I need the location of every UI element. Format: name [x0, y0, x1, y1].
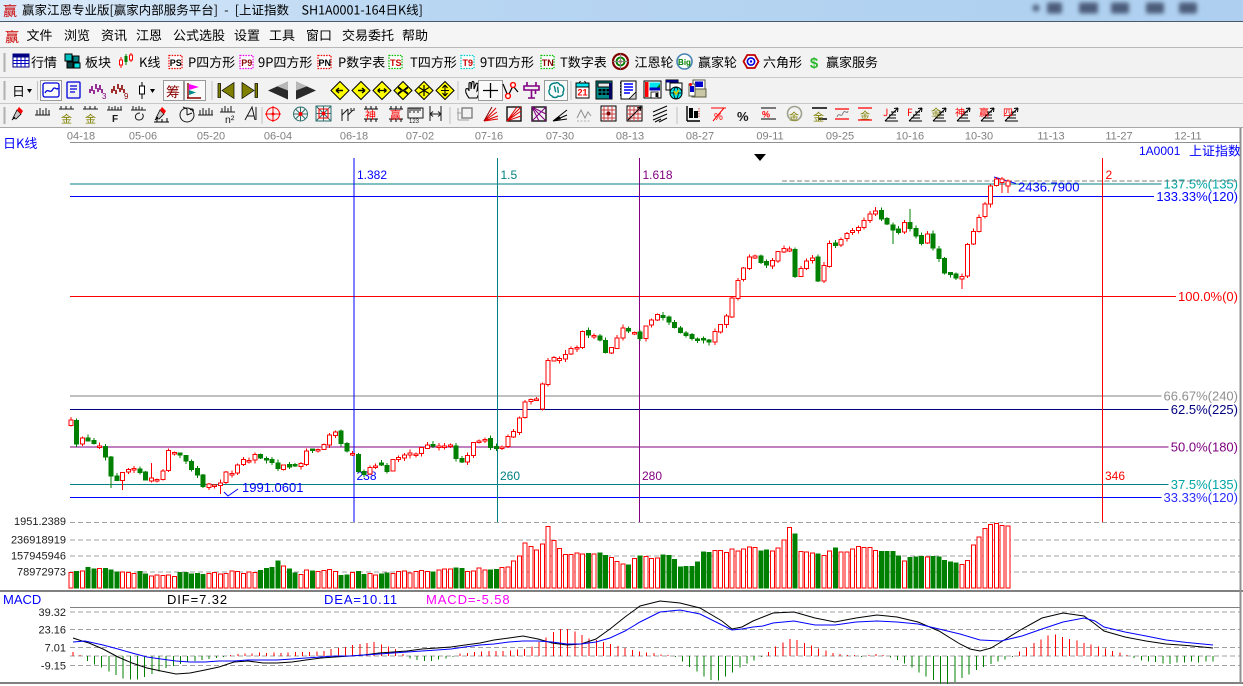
- svg-text:05-20: 05-20: [197, 131, 225, 143]
- svg-text:1991.0601: 1991.0601: [242, 480, 303, 495]
- svg-text:50.0%(180): 50.0%(180): [1171, 440, 1238, 455]
- svg-text:9: 9: [124, 92, 129, 101]
- svg-text:1951.2389: 1951.2389: [14, 516, 66, 528]
- svg-text:12-11: 12-11: [1174, 131, 1201, 143]
- svg-text:78972973: 78972973: [17, 567, 66, 579]
- svg-text:260: 260: [500, 469, 520, 483]
- svg-text:DEA=10.11: DEA=10.11: [324, 592, 398, 607]
- svg-text:09-25: 09-25: [826, 131, 854, 143]
- svg-text:11-13: 11-13: [1037, 131, 1064, 143]
- svg-text:346: 346: [1105, 469, 1125, 483]
- svg-text:157945946: 157945946: [11, 551, 66, 563]
- svg-text:07-02: 07-02: [406, 131, 434, 143]
- svg-text:%: %: [714, 112, 723, 123]
- svg-text:TN: TN: [542, 58, 554, 68]
- svg-text:1.618: 1.618: [643, 168, 673, 182]
- svg-text:236918919: 236918919: [11, 535, 66, 547]
- svg-text:P9: P9: [241, 58, 252, 68]
- svg-text:Big: Big: [678, 58, 691, 67]
- svg-text:06-04: 06-04: [264, 131, 292, 143]
- svg-text:33.33%(120): 33.33%(120): [1164, 490, 1238, 505]
- svg-text:05-06: 05-06: [129, 131, 157, 143]
- svg-text:23.16: 23.16: [38, 625, 66, 637]
- svg-text:10-30: 10-30: [965, 131, 993, 143]
- svg-text:2436.7900: 2436.7900: [1018, 180, 1079, 195]
- svg-text:2: 2: [1106, 168, 1113, 182]
- svg-text:3: 3: [102, 92, 107, 101]
- svg-text:10-16: 10-16: [896, 131, 924, 143]
- svg-text:100.0%(0): 100.0%(0): [1178, 289, 1238, 304]
- svg-text:%: %: [762, 110, 770, 120]
- svg-text:$: $: [810, 55, 819, 72]
- svg-text:7.01: 7.01: [45, 643, 66, 655]
- svg-text:MACD: MACD: [3, 592, 41, 607]
- svg-text:-9.15: -9.15: [41, 661, 66, 673]
- svg-text:PS: PS: [170, 58, 182, 68]
- svg-text:07-30: 07-30: [546, 131, 574, 143]
- svg-text:PN: PN: [319, 58, 332, 68]
- svg-text:DIF=7.32: DIF=7.32: [167, 592, 228, 607]
- svg-text:n²: n²: [225, 114, 235, 126]
- svg-text:09-11: 09-11: [756, 131, 783, 143]
- svg-text:06-18: 06-18: [340, 131, 368, 143]
- svg-text:280: 280: [642, 469, 662, 483]
- svg-text:08-13: 08-13: [616, 131, 644, 143]
- svg-text:%: %: [737, 109, 749, 124]
- svg-text:F: F: [112, 114, 118, 125]
- svg-text:1A0001: 1A0001: [1139, 144, 1181, 158]
- svg-text:62.5%(225): 62.5%(225): [1171, 402, 1238, 417]
- svg-text:08-27: 08-27: [686, 131, 714, 143]
- svg-text:1.5: 1.5: [501, 168, 518, 182]
- svg-text:TS: TS: [390, 58, 402, 68]
- svg-text:04-18: 04-18: [67, 131, 95, 143]
- svg-text:39.32: 39.32: [38, 607, 66, 619]
- svg-text:21: 21: [577, 88, 587, 98]
- svg-text:123: 123: [409, 119, 420, 125]
- svg-text:07-16: 07-16: [475, 131, 503, 143]
- svg-text:1.382: 1.382: [357, 168, 387, 182]
- svg-text:MACD=-5.58: MACD=-5.58: [426, 592, 511, 607]
- svg-text:133.33%(120): 133.33%(120): [1156, 189, 1238, 204]
- svg-text:11-27: 11-27: [1105, 131, 1132, 143]
- svg-text:T9: T9: [463, 58, 474, 68]
